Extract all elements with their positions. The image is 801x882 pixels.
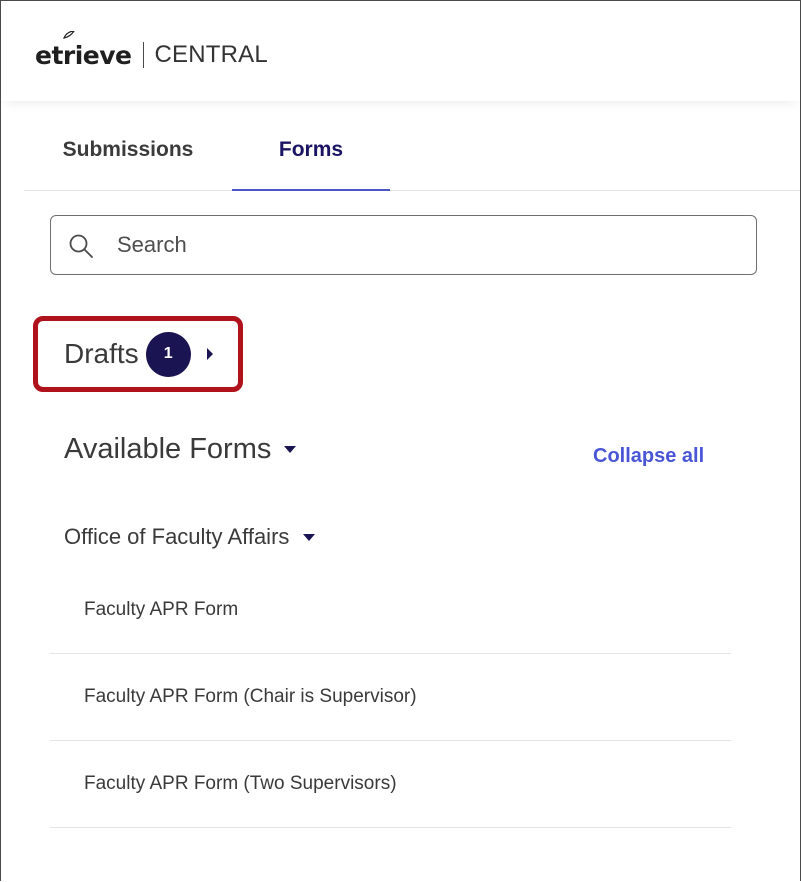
app-header: etrieve CENTRAL [1,1,800,101]
form-list: Faculty APR Form Faculty APR Form (Chair… [50,567,731,828]
product-name: CENTRAL [154,41,268,68]
tab-submissions-label: Submissions [62,138,194,161]
drafts-count-badge: 1 [145,331,191,377]
available-forms-title: Available Forms [64,433,272,465]
search-input[interactable] [117,216,737,274]
form-name: Faculty APR Form [84,599,239,620]
tab-submissions[interactable]: Submissions [24,110,232,190]
collapse-all-link[interactable]: Collapse all [593,445,704,468]
tab-bar: Submissions Forms [24,110,800,191]
form-list-item[interactable]: Faculty APR Form (Chair is Supervisor) [50,654,731,741]
drafts-toggle[interactable]: Drafts 1 [64,331,215,377]
department-name: Office of Faculty Affairs [64,524,290,549]
department-toggle[interactable]: Office of Faculty Affairs [64,524,316,550]
active-tab-indicator [232,189,390,191]
caret-down-icon [284,446,297,453]
tab-forms[interactable]: Forms [232,110,390,191]
search-icon [69,234,93,258]
form-list-item[interactable]: Faculty APR Form (Two Supervisors) [50,741,731,828]
logo-divider [142,42,144,68]
form-name: Faculty APR Form (Chair is Supervisor) [84,686,417,707]
leaf-icon [63,31,75,39]
logo-wordmark: etrieve [35,40,132,70]
tab-forms-label: Forms [278,138,344,161]
logo: etrieve CENTRAL [35,31,268,73]
available-forms-toggle[interactable]: Available Forms [64,433,297,466]
form-list-item[interactable]: Faculty APR Form [50,567,731,654]
drafts-label: Drafts [64,338,139,369]
form-name: Faculty APR Form (Two Supervisors) [84,773,397,794]
search-box[interactable] [50,215,757,275]
caret-right-icon [206,348,213,360]
caret-down-icon [303,533,316,541]
